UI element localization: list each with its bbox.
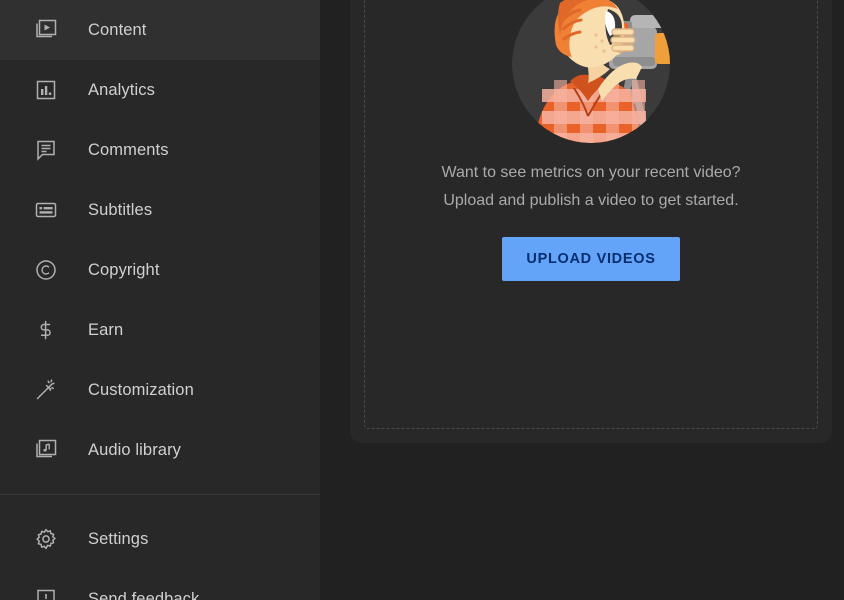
sidebar-navigation: Content Analytics Comments Subtitles Cop… <box>0 0 320 600</box>
sidebar-item-analytics[interactable]: Analytics <box>0 60 320 120</box>
customization-magic-wand-icon <box>30 374 62 406</box>
sidebar-item-earn[interactable]: Earn <box>0 300 320 360</box>
settings-gear-icon <box>30 523 62 555</box>
videographer-with-camera-illustration <box>512 0 670 143</box>
content-video-icon <box>30 14 62 46</box>
analytics-bar-chart-icon <box>30 74 62 106</box>
sidebar-item-label: Customization <box>88 380 194 399</box>
copyright-circle-c-icon <box>30 254 62 286</box>
sidebar-item-comments[interactable]: Comments <box>0 120 320 180</box>
sidebar-item-audio-library[interactable]: Audio library <box>0 420 320 480</box>
analytics-empty-state-card: Want to see metrics on your recent video… <box>350 0 832 443</box>
sidebar-item-label: Comments <box>88 140 169 159</box>
sidebar-item-content[interactable]: Content <box>0 0 320 60</box>
audio-library-music-note-icon <box>30 434 62 466</box>
sidebar-item-label: Copyright <box>88 260 160 279</box>
sidebar-secondary-group: Settings Send feedback <box>0 494 320 600</box>
sidebar-item-subtitles[interactable]: Subtitles <box>0 180 320 240</box>
sidebar-item-settings[interactable]: Settings <box>0 509 320 569</box>
sidebar-item-label: Audio library <box>88 440 182 459</box>
empty-state-message: Want to see metrics on your recent video… <box>441 159 740 215</box>
comments-speech-bubble-icon <box>30 134 62 166</box>
subtitles-captions-icon <box>30 194 62 226</box>
empty-state-content: Want to see metrics on your recent video… <box>350 0 832 443</box>
sidebar-item-label: Send feedback <box>88 589 200 600</box>
sidebar-item-copyright[interactable]: Copyright <box>0 240 320 300</box>
earn-dollar-sign-icon <box>30 314 62 346</box>
empty-state-line-1: Want to see metrics on your recent video… <box>441 164 741 181</box>
empty-state-line-2: Upload and publish a video to get starte… <box>443 192 739 209</box>
sidebar-item-send-feedback[interactable]: Send feedback <box>0 569 320 600</box>
main-content-area: Want to see metrics on your recent video… <box>320 0 844 600</box>
upload-videos-button[interactable]: UPLOAD VIDEOS <box>502 237 680 281</box>
sidebar-item-customization[interactable]: Customization <box>0 360 320 420</box>
sidebar-item-label: Subtitles <box>88 200 153 219</box>
sidebar-item-label: Settings <box>88 529 149 548</box>
send-feedback-exclamation-icon <box>30 583 62 600</box>
sidebar-item-label: Content <box>88 20 147 39</box>
sidebar-item-label: Earn <box>88 320 124 339</box>
sidebar-primary-group: Content Analytics Comments Subtitles Cop… <box>0 0 320 480</box>
youtube-studio-analytics-screen: Content Analytics Comments Subtitles Cop… <box>0 0 844 600</box>
sidebar-item-label: Analytics <box>88 80 155 99</box>
